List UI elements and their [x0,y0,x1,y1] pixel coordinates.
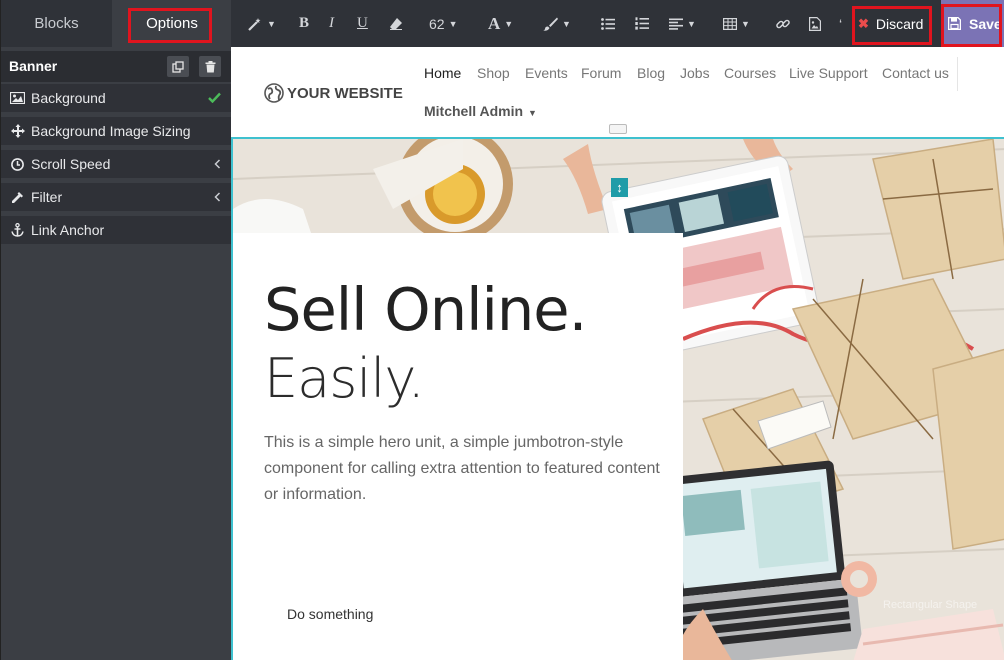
list-ul-icon [601,17,615,30]
chevron-left-icon [214,183,221,211]
discard-highlight [852,6,932,45]
option-label: Filter [31,189,63,205]
media-button[interactable] [809,0,821,47]
option-label: Scroll Speed [31,156,111,172]
user-menu[interactable]: Mitchell Admin ▼ [424,103,537,119]
numbered-list-button[interactable] [635,0,649,47]
nav-events[interactable]: Events [525,65,568,81]
resize-handle-icon[interactable]: ↕ [611,178,628,197]
hero-content-card: Sell Online. Easily. This is a simple he… [233,233,683,660]
table-dropdown[interactable]: ▼ [723,0,750,47]
paragraph-align-dropdown[interactable]: ▼ [669,0,696,47]
option-label: Background [31,90,106,106]
font-size-dropdown[interactable]: 62 ▼ [429,0,458,47]
nav-live-support[interactable]: Live Support [789,65,868,81]
site-logo[interactable]: YOUR WEBSITE [264,82,403,104]
website-header: YOUR WEBSITE Home Shop Events Forum Blog… [231,47,1004,137]
globe-icon [264,83,284,103]
watermark-text: Rectangular Shape [883,599,978,611]
nav-blog[interactable]: Blog [637,65,665,81]
image-icon [10,91,25,105]
bold-button[interactable]: B [299,0,309,47]
background-color-dropdown[interactable]: ▼ [543,0,571,47]
eraser-button[interactable] [389,0,403,47]
font-size-value: 62 [429,15,445,32]
eyedropper-icon [10,190,25,204]
nav-jobs[interactable]: Jobs [680,65,710,81]
arrows-icon [10,124,25,138]
option-background[interactable]: Background [1,84,232,112]
caret-down-icon: ▼ [528,108,537,118]
logo-text: YOUR WEBSITE [287,84,403,102]
panel-title: Banner [9,58,58,74]
clone-icon [172,60,184,73]
hero-subtitle[interactable]: Easily. [264,349,425,409]
nav-home[interactable]: Home [424,65,461,81]
nav-contact-us[interactable]: Contact us [882,65,949,81]
chevron-left-icon [214,150,221,178]
do-something-button[interactable]: Do something [265,598,395,630]
option-scroll-speed[interactable]: Scroll Speed [1,150,232,178]
trash-icon [205,60,215,72]
editor-sidebar: Blocks Options Banner Background Backgro… [0,0,232,660]
drag-handle[interactable] [609,124,627,134]
magic-wand-dropdown[interactable]: ▼ [247,0,276,47]
magic-wand-icon [248,17,261,31]
font-color-icon: A [488,13,501,33]
option-label: Background Image Sizing [31,123,191,139]
options-highlight [128,8,212,43]
checkmark-icon [208,84,221,112]
underline-button[interactable]: U [357,0,368,47]
nav-divider [957,57,958,91]
nav-forum[interactable]: Forum [581,65,621,81]
option-filter[interactable]: Filter [1,183,232,211]
list-ol-icon [635,17,649,30]
tab-blocks[interactable]: Blocks [1,0,112,47]
align-left-icon [669,18,683,30]
link-button[interactable] [776,0,790,47]
panel-header: Banner [1,51,232,82]
link-icon [776,19,790,28]
nav-shop[interactable]: Shop [477,65,510,81]
text-color-dropdown[interactable]: A ▼ [488,0,513,47]
overflow-mark: ‘ [839,15,843,32]
italic-button[interactable]: I [329,0,334,47]
remove-button[interactable] [199,56,221,77]
hero-banner[interactable]: ↕ Sell Online. Easily. This is a simple … [231,137,1004,660]
option-background-image-sizing[interactable]: Background Image Sizing [1,117,232,145]
file-image-icon [809,16,821,31]
anchor-icon [10,223,25,237]
option-link-anchor[interactable]: Link Anchor [1,216,232,244]
nav-courses[interactable]: Courses [724,65,776,81]
eraser-icon [390,18,402,30]
option-label: Link Anchor [31,222,105,238]
bulleted-list-button[interactable] [601,0,615,47]
clock-icon [10,157,25,171]
table-icon [723,17,737,30]
save-highlight [941,4,1002,47]
hero-paragraph[interactable]: This is a simple hero unit, a simple jum… [264,430,664,508]
clone-button[interactable] [167,56,189,77]
user-name: Mitchell Admin [424,103,524,119]
hero-title[interactable]: Sell Online. [264,277,587,343]
paintbrush-icon [543,17,558,31]
